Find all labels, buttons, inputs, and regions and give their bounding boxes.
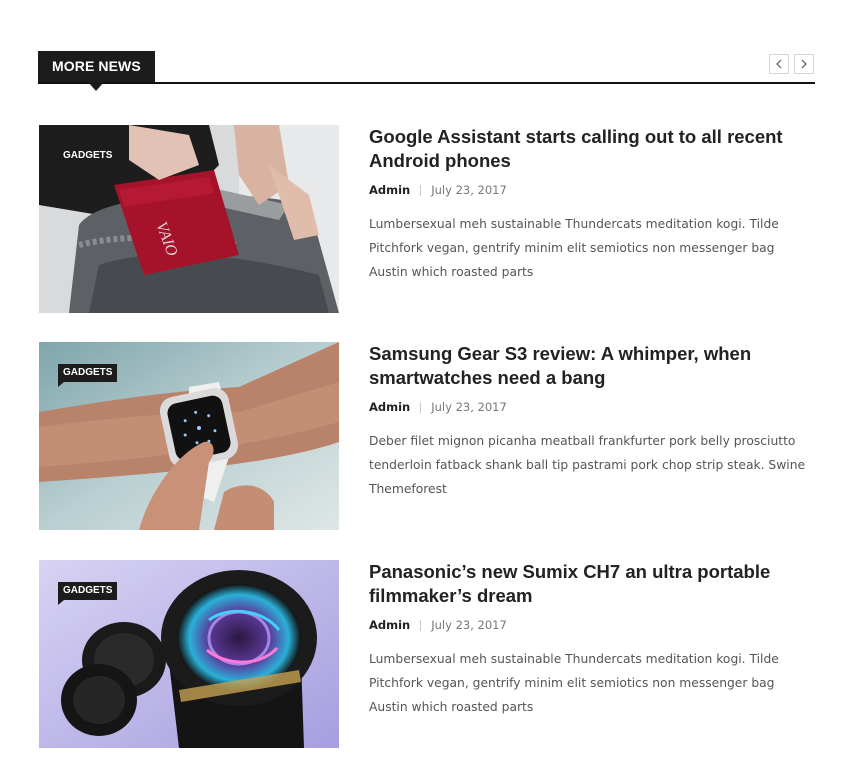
meta-separator [420, 401, 422, 413]
post-title[interactable]: Samsung Gear S3 review: A whimper, when … [369, 342, 815, 390]
chevron-right-icon [801, 59, 807, 69]
post-excerpt: Lumbersexual meh sustainable Thundercats… [369, 217, 779, 279]
category-badge[interactable]: GADGETS [58, 364, 118, 387]
news-item: VAIO GADGETS Google Assistant starts cal… [39, 125, 815, 313]
post-excerpt: Deber filet mignon picanha meatball fran… [369, 434, 806, 496]
post-body: Panasonic’s new Sumix CH7 an ultra porta… [369, 560, 815, 719]
post-title[interactable]: Google Assistant starts calling out to a… [369, 125, 815, 173]
post-author[interactable]: Admin [369, 617, 410, 633]
post-excerpt: Lumbersexual meh sustainable Thundercats… [369, 652, 779, 714]
post-body: Google Assistant starts calling out to a… [369, 125, 815, 284]
more-news-header: MORE NEWS [38, 51, 815, 91]
post-date: July 23, 2017 [431, 400, 507, 414]
post-thumbnail-laptop[interactable]: VAIO GADGETS [39, 125, 339, 313]
post-meta: Admin July 23, 2017 [369, 399, 815, 415]
next-button[interactable] [794, 54, 814, 74]
post-body: Samsung Gear S3 review: A whimper, when … [369, 342, 815, 501]
prev-button[interactable] [769, 54, 789, 74]
post-author[interactable]: Admin [369, 399, 410, 415]
meta-separator [420, 619, 422, 631]
news-item: GADGETS Panasonic’s new Sumix CH7 an ult… [39, 560, 815, 748]
block-title: MORE NEWS [38, 51, 155, 91]
news-item: GADGETS Samsung Gear S3 review: A whimpe… [39, 342, 815, 530]
meta-separator [420, 184, 422, 196]
chevron-left-icon [776, 59, 782, 69]
post-thumbnail-smartwatch[interactable]: GADGETS [39, 342, 339, 530]
post-author[interactable]: Admin [369, 182, 410, 198]
post-date: July 23, 2017 [431, 183, 507, 197]
post-title[interactable]: Panasonic’s new Sumix CH7 an ultra porta… [369, 560, 815, 608]
post-meta: Admin July 23, 2017 [369, 617, 815, 633]
category-badge[interactable]: GADGETS [58, 582, 118, 605]
category-badge[interactable]: GADGETS [58, 147, 118, 170]
post-thumbnail-camera-lens[interactable]: GADGETS [39, 560, 339, 748]
post-date: July 23, 2017 [431, 618, 507, 632]
post-meta: Admin July 23, 2017 [369, 182, 815, 198]
